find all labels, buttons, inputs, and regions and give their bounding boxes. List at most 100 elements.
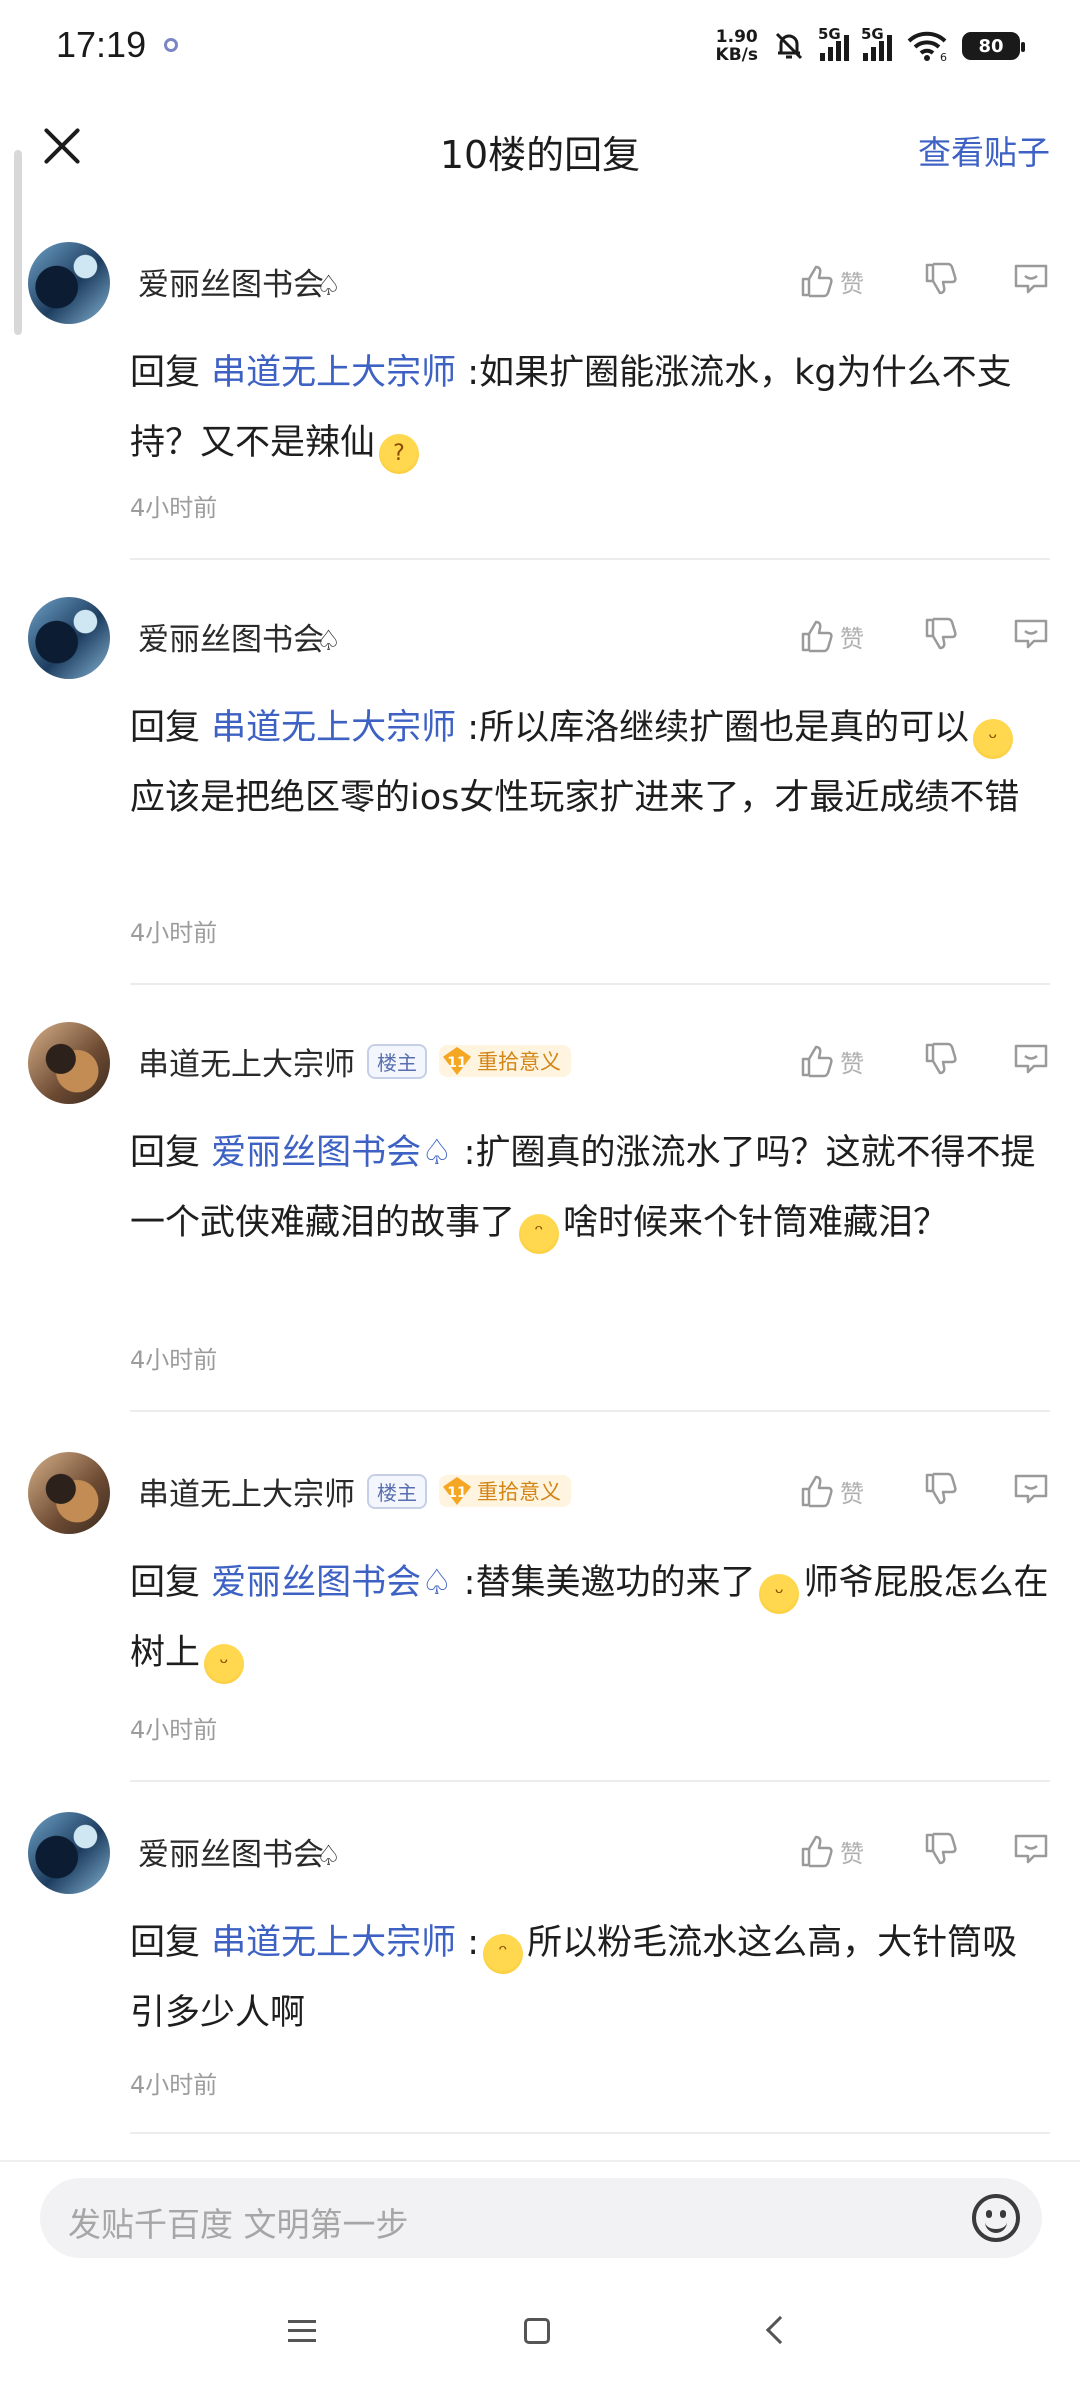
signal-icon: 5G: [818, 25, 849, 61]
reply-content: 回复 爱丽丝图书会♤ :扩圈真的涨流水了吗？这就不得不提一个武侠难藏泪的故事了 ᵔ…: [130, 1118, 1050, 1258]
mention-link[interactable]: 爱丽丝图书会♤: [211, 1133, 452, 1173]
level-badge: 11 重拾意义: [439, 1475, 571, 1507]
thumbs-up-icon: [801, 1045, 833, 1078]
reply-content: 回复 爱丽丝图书会♤ :替集美邀功的来了 ᵕ 师爷屁股怎么在树上 ᵕ: [130, 1548, 1050, 1688]
like-button[interactable]: 赞: [798, 617, 882, 655]
giggle-emoji-icon: ᵔ: [483, 1934, 524, 1974]
mention-link[interactable]: 串道无上大宗师: [211, 708, 456, 748]
dislike-button[interactable]: [922, 1830, 960, 1872]
author-row: 爱丽丝图书会♤: [138, 258, 341, 304]
comment-button[interactable]: [1012, 1472, 1050, 1510]
thinking-emoji-icon: ?: [379, 434, 420, 474]
like-button[interactable]: 赞: [798, 1472, 882, 1510]
reply-content: 回复 串道无上大宗师 : ᵔ 所以粉毛流水这么高，大针筒吸引多少人啊: [130, 1923, 1018, 2033]
reply-item: 爱丽丝图书会♤ 赞 回复 串道无上大宗师 :如果扩圈能涨流水，kg为什么不支持？…: [0, 230, 1080, 560]
title-bar: 10楼的回复 查看贴子: [0, 96, 1080, 200]
like-button[interactable]: 赞: [798, 262, 882, 300]
avatar[interactable]: [28, 1452, 110, 1534]
reply-input[interactable]: 发贴千百度 文明第一步: [40, 2178, 1042, 2258]
reply-item: 串道无上大宗师 楼主 11 重拾意义 赞 回复 爱丽丝图书会♤ :替集美邀功的来…: [0, 1440, 1080, 1782]
system-nav-bar: [0, 2290, 1080, 2380]
author-row: 爱丽丝图书会♤: [138, 1828, 341, 1874]
thumbs-down-icon: [925, 1472, 957, 1505]
wifi-icon: 6: [907, 31, 947, 62]
dislike-button[interactable]: [922, 615, 960, 657]
battery-icon: 80: [962, 32, 1025, 60]
avatar[interactable]: [28, 242, 110, 324]
svg-text:6: 6: [940, 51, 947, 62]
thumbs-up-icon: [801, 1475, 833, 1508]
dislike-button[interactable]: [922, 1040, 960, 1082]
author-name[interactable]: 爱丽丝图书会♤: [138, 259, 341, 304]
divider: [130, 558, 1050, 560]
back-icon[interactable]: [765, 2315, 795, 2345]
mention-link[interactable]: 串道无上大宗师: [211, 1923, 456, 1963]
reply-item: 爱丽丝图书会♤ 赞 回复 串道无上大宗师 :所以库洛继续扩圈也是真的可以 ᵕ应该是…: [0, 585, 1080, 985]
status-bar: 17:19 1.90 KB/s 5G 5G 6 80: [0, 0, 1080, 90]
author-name[interactable]: 串道无上大宗师: [138, 1039, 355, 1084]
status-icons: 1.90 KB/s 5G 5G 6 80: [715, 24, 1025, 68]
comment-button[interactable]: [1012, 1832, 1050, 1870]
author-row: 串道无上大宗师 楼主 11 重拾意义: [138, 1038, 571, 1084]
emoji-icon[interactable]: [972, 2194, 1020, 2242]
avatar[interactable]: [28, 597, 110, 679]
comment-icon: [1014, 1044, 1048, 1074]
like-button[interactable]: 赞: [798, 1832, 882, 1870]
notification-dot-icon: [164, 38, 178, 52]
comment-icon: [1014, 1834, 1048, 1864]
author-name[interactable]: 爱丽丝图书会♤: [138, 614, 341, 659]
net-speed: 1.90 KB/s: [715, 27, 758, 65]
thumbs-down-icon: [925, 1042, 957, 1075]
bottom-separator: [0, 2160, 1080, 2162]
avatar[interactable]: [28, 1022, 110, 1104]
reply-item: 爱丽丝图书会♤ 赞 回复 串道无上大宗师 : ᵔ 所以粉毛流水这么高，大针筒吸引多少…: [0, 1800, 1080, 2140]
mention-link[interactable]: 串道无上大宗师: [211, 353, 456, 393]
menu-icon[interactable]: [288, 2320, 316, 2342]
like-button[interactable]: 赞: [798, 1042, 882, 1080]
reply-time: 4小时前: [130, 919, 218, 947]
thumbs-down-icon: [925, 1832, 957, 1865]
mention-link[interactable]: 爱丽丝图书会♤: [211, 1563, 452, 1603]
dislike-button[interactable]: [922, 260, 960, 302]
signal-icon-2: 5G: [861, 25, 892, 61]
thumbs-up-icon: [801, 265, 833, 298]
thumbs-up-icon: [801, 620, 833, 653]
mute-bell-icon: [775, 32, 803, 60]
reply-time: 4小时前: [130, 2071, 218, 2099]
avatar[interactable]: [28, 1812, 110, 1894]
reply-actions: 赞: [798, 1464, 1050, 1518]
yum-emoji-icon: ᵕ: [204, 1644, 245, 1684]
reply-actions: 赞: [798, 1034, 1050, 1088]
view-post-button[interactable]: 查看贴子: [918, 126, 1050, 174]
divider: [130, 2132, 1050, 2134]
divider: [130, 983, 1050, 985]
yum-emoji-icon: ᵕ: [973, 719, 1014, 759]
reply-time: 4小时前: [130, 1346, 218, 1374]
author-name[interactable]: 串道无上大宗师: [138, 1469, 355, 1514]
reply-content: 回复 串道无上大宗师 :所以库洛继续扩圈也是真的可以 ᵕ应该是把绝区零的ios女性…: [130, 708, 1020, 818]
reply-actions: 赞: [798, 609, 1050, 663]
comment-button[interactable]: [1012, 617, 1050, 655]
thumbs-up-icon: [801, 1835, 833, 1868]
status-time: 17:19: [56, 24, 147, 65]
reply-time: 4小时前: [130, 494, 218, 522]
author-name[interactable]: 爱丽丝图书会♤: [138, 1829, 341, 1874]
level-gem-icon: 11: [443, 1477, 471, 1505]
thread-owner-badge: 楼主: [367, 1043, 427, 1079]
level-badge: 11 重拾意义: [439, 1045, 571, 1077]
reply-actions: 赞: [798, 1824, 1050, 1878]
reply-input-placeholder: 发贴千百度 文明第一步: [68, 2205, 409, 2244]
comment-button[interactable]: [1012, 262, 1050, 300]
level-gem-icon: 11: [443, 1047, 471, 1075]
thread-owner-badge: 楼主: [367, 1473, 427, 1509]
comment-icon: [1014, 619, 1048, 649]
reply-item: 串道无上大宗师 楼主 11 重拾意义 赞 回复 爱丽丝图书会♤ :扩圈真的涨流水…: [0, 1010, 1080, 1415]
reply-time: 4小时前: [130, 1716, 218, 1744]
dislike-button[interactable]: [922, 1470, 960, 1512]
home-icon[interactable]: [524, 2318, 550, 2344]
author-row: 爱丽丝图书会♤: [138, 613, 341, 659]
comment-button[interactable]: [1012, 1042, 1050, 1080]
author-row: 串道无上大宗师 楼主 11 重拾意义: [138, 1468, 571, 1514]
reply-actions: 赞: [798, 254, 1050, 308]
divider: [130, 1410, 1050, 1412]
